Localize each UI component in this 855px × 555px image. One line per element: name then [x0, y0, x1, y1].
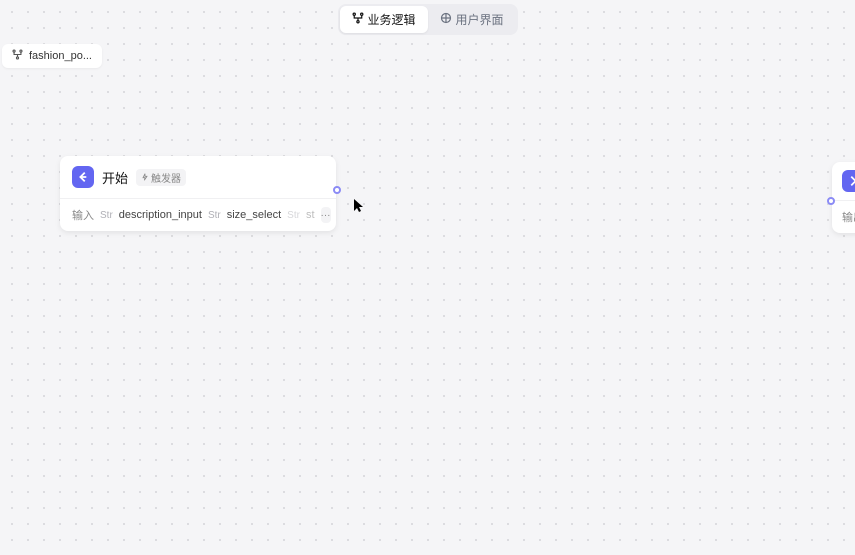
tab-logic-label: 业务逻辑 [367, 11, 415, 28]
project-name: fashion_po... [29, 50, 92, 62]
end-node[interactable]: 输出 [832, 162, 855, 233]
more-button[interactable]: ··· [321, 207, 331, 223]
node-header [832, 162, 855, 201]
param-name: description_input [119, 209, 202, 221]
tab-user-interface[interactable]: 用户界面 [428, 6, 516, 33]
param-type: Str [100, 210, 113, 221]
tab-ui-label: 用户界面 [456, 11, 504, 28]
flow-icon [351, 12, 363, 27]
canvas-background[interactable] [0, 0, 855, 555]
end-node-icon [842, 170, 855, 192]
flow-icon [12, 49, 23, 63]
cursor-icon [354, 199, 364, 213]
node-title: 开始 [102, 168, 128, 187]
param-type: Str [287, 210, 300, 221]
node-body: 输出 [832, 201, 855, 233]
param-name: st [306, 209, 315, 221]
node-header: 开始 触发器 [60, 156, 336, 199]
input-port[interactable] [827, 197, 835, 205]
project-chip[interactable]: fashion_po... [2, 44, 102, 68]
output-port[interactable] [333, 186, 341, 194]
param-name: size_select [227, 209, 281, 221]
node-body: 输入 Str description_input Str size_select… [60, 199, 336, 231]
input-label: 输入 [72, 207, 94, 223]
output-label: 输出 [842, 209, 855, 225]
view-tabs: 业务逻辑 用户界面 [337, 4, 517, 35]
layout-icon [440, 12, 452, 27]
trigger-badge-label: 触发器 [151, 170, 181, 185]
start-node[interactable]: 开始 触发器 输入 Str description_input Str size… [60, 156, 336, 231]
start-node-icon [72, 166, 94, 188]
trigger-badge: 触发器 [136, 169, 186, 186]
param-type: Str [208, 210, 221, 221]
tab-business-logic[interactable]: 业务逻辑 [339, 6, 427, 33]
